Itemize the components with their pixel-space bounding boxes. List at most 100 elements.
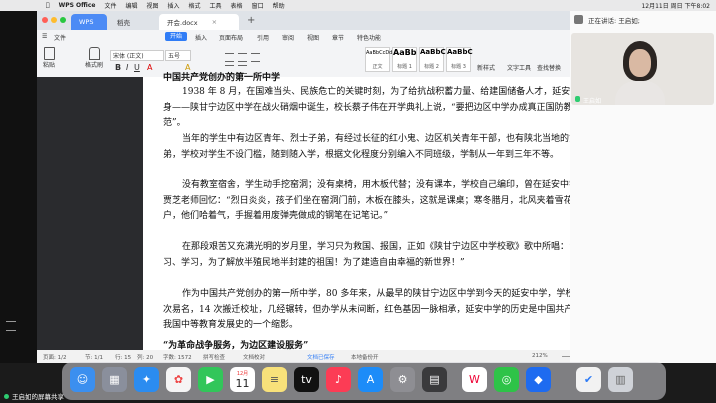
preview-icon[interactable]: ✔	[576, 367, 601, 392]
style-heading-3[interactable]: AaBbC 标题 3	[446, 47, 473, 72]
sidebar-toggle-icon[interactable]	[6, 321, 16, 331]
status-cloud[interactable]: 文档已保存	[307, 353, 335, 361]
ribbon-references[interactable]: 引用	[257, 33, 269, 42]
left-margin	[0, 11, 37, 363]
calculator-icon[interactable]: ▤	[422, 367, 447, 392]
mic-icon	[575, 96, 580, 102]
tab-label: WPS	[79, 18, 94, 26]
ribbon-home[interactable]: 开始	[165, 32, 187, 41]
style-normal[interactable]: AaBbCcDd 正文	[365, 47, 393, 72]
document-page[interactable]: 中国共产党创办的第一所中学 1938 年 8 月，在国难当头、民族危亡的关键时刻…	[143, 73, 639, 351]
participant-name: 王启如	[583, 98, 602, 105]
calendar-month: 12月	[236, 370, 249, 377]
participant-video[interactable]: 王启如	[571, 33, 714, 105]
style-name: 正文	[372, 64, 383, 70]
person-body	[615, 81, 665, 105]
italic-button[interactable]: I	[126, 63, 128, 72]
menu-insert[interactable]: 插入	[168, 1, 180, 10]
format-painter-label: 格式刷	[85, 62, 104, 69]
ribbon-file[interactable]: 文件	[54, 33, 66, 42]
menu-view[interactable]: 视图	[146, 1, 158, 10]
underline-button[interactable]: U	[134, 63, 140, 72]
style-name: 标题 1	[397, 64, 412, 70]
trash-icon[interactable]: ▥	[608, 367, 633, 392]
tab-label: 开会.docx	[167, 19, 198, 27]
calendar-day: 11	[235, 376, 250, 390]
window-minimize-icon[interactable]	[51, 17, 57, 23]
format-painter-button[interactable]: 格式刷	[85, 47, 103, 69]
font-color-button[interactable]: A	[147, 63, 152, 72]
appletv-icon[interactable]: tv	[294, 367, 319, 392]
bold-button[interactable]: B	[115, 63, 121, 72]
menu-format[interactable]: 格式	[189, 1, 201, 10]
menu-table[interactable]: 表格	[231, 1, 243, 10]
tencent-meeting-icon[interactable]: ◆	[526, 367, 551, 392]
paragraph-1: 1938 年 8 月，在国难当头、民族危亡的关键时刻，为了给抗战积蓄力量、给建国…	[163, 87, 607, 129]
status-spellcheck[interactable]: 拼写检查	[203, 353, 225, 361]
calendar-icon[interactable]: 12月 11	[230, 367, 255, 392]
align-left-icon[interactable]	[225, 53, 234, 62]
menu-file[interactable]: 文件	[104, 1, 116, 10]
paragraph-5: 作为中国共产党创办的第一所中学，80 多年来，从最早的陕甘宁边区中学到今天的延安…	[163, 289, 610, 331]
paste-button[interactable]: 粘贴	[40, 47, 58, 69]
status-column: 列: 20	[137, 355, 154, 361]
status-backup[interactable]: 本地备份开	[351, 353, 379, 361]
style-preview: AaBbCcDd	[366, 50, 393, 56]
ribbon-menu-icon[interactable]: ☰	[42, 33, 47, 40]
app-name[interactable]: WPS Office	[59, 2, 96, 9]
align-buttons[interactable]	[225, 51, 340, 74]
ribbon-layout[interactable]: 页面布局	[219, 33, 243, 42]
font-name-select[interactable]: 宋体 (正文)	[110, 50, 164, 61]
status-row: 行: 15	[115, 355, 132, 361]
notes-icon[interactable]: ≡	[262, 367, 287, 392]
paste-label: 粘贴	[42, 62, 55, 69]
menu-help[interactable]: 帮助	[273, 1, 285, 10]
ribbon-section[interactable]: 章节	[332, 33, 344, 42]
appstore-icon[interactable]: A	[358, 367, 383, 392]
tab-label: 稻壳	[117, 19, 130, 27]
safari-icon[interactable]: ✦	[134, 367, 159, 392]
status-doc-check[interactable]: 文档校对	[243, 353, 265, 361]
brush-icon	[88, 47, 100, 60]
macos-dock: ☺ ▦ ✦ ✿ ▶ 12月 11 ≡ tv ♪ A ⚙ ▤ W ◎ ◆ ✔ ▥	[62, 362, 666, 400]
music-icon[interactable]: ♪	[326, 367, 351, 392]
wechat-icon[interactable]: ◎	[494, 367, 519, 392]
new-tab-icon[interactable]: +	[247, 15, 255, 26]
paragraph-3: 没有教室宿舍，学生动手挖窑洞；没有桌椅，用木板代替；没有课本，学校自己编印，曾在…	[163, 180, 609, 222]
menu-tools[interactable]: 工具	[210, 1, 222, 10]
photos-icon[interactable]: ✿	[166, 367, 191, 392]
status-word-count[interactable]: 字数: 1572	[163, 353, 192, 361]
style-heading-1[interactable]: AaBb 标题 1	[392, 47, 417, 72]
facetime-icon[interactable]: ▶	[198, 367, 223, 392]
zoom-level[interactable]: 212%	[532, 353, 548, 359]
wps-icon[interactable]: W	[462, 367, 487, 392]
font-size-select[interactable]: 五号	[165, 50, 191, 61]
style-preview: AaBbC	[447, 48, 473, 56]
style-preview: AaBbC	[420, 48, 446, 56]
menu-window[interactable]: 窗口	[252, 1, 264, 10]
ribbon-features[interactable]: 特色功能	[357, 33, 381, 42]
align-center-icon[interactable]	[238, 53, 247, 62]
window-zoom-icon[interactable]	[60, 17, 66, 23]
style-heading-2[interactable]: AaBbC 标题 2	[419, 47, 446, 72]
tab-wps[interactable]: WPS	[71, 14, 107, 30]
speaker-avatar	[574, 15, 583, 24]
tab-bar: WPS 稻壳 开会.docx × +	[37, 11, 570, 30]
ribbon-review[interactable]: 审阅	[282, 33, 294, 42]
style-name: 标题 2	[424, 64, 439, 70]
ribbon-view[interactable]: 视图	[307, 33, 319, 42]
menu-edit[interactable]: 编辑	[125, 1, 137, 10]
clipboard-icon	[43, 47, 55, 60]
ribbon-insert[interactable]: 插入	[195, 33, 207, 42]
close-tab-icon[interactable]: ×	[212, 18, 217, 26]
tab-daoke[interactable]: 稻壳	[109, 14, 157, 30]
tab-document[interactable]: 开会.docx ×	[159, 14, 239, 30]
apple-icon[interactable]: 	[46, 2, 50, 9]
style-preview: AaBb	[393, 48, 417, 57]
status-section[interactable]: 节: 1/1	[85, 353, 103, 361]
status-page[interactable]: 页面: 1/2	[43, 353, 66, 361]
settings-icon[interactable]: ⚙	[390, 367, 415, 392]
window-close-icon[interactable]	[42, 17, 48, 23]
menubar-clock[interactable]: 12月11日 周日 下午8:02	[641, 1, 710, 10]
align-right-icon[interactable]	[251, 53, 260, 62]
